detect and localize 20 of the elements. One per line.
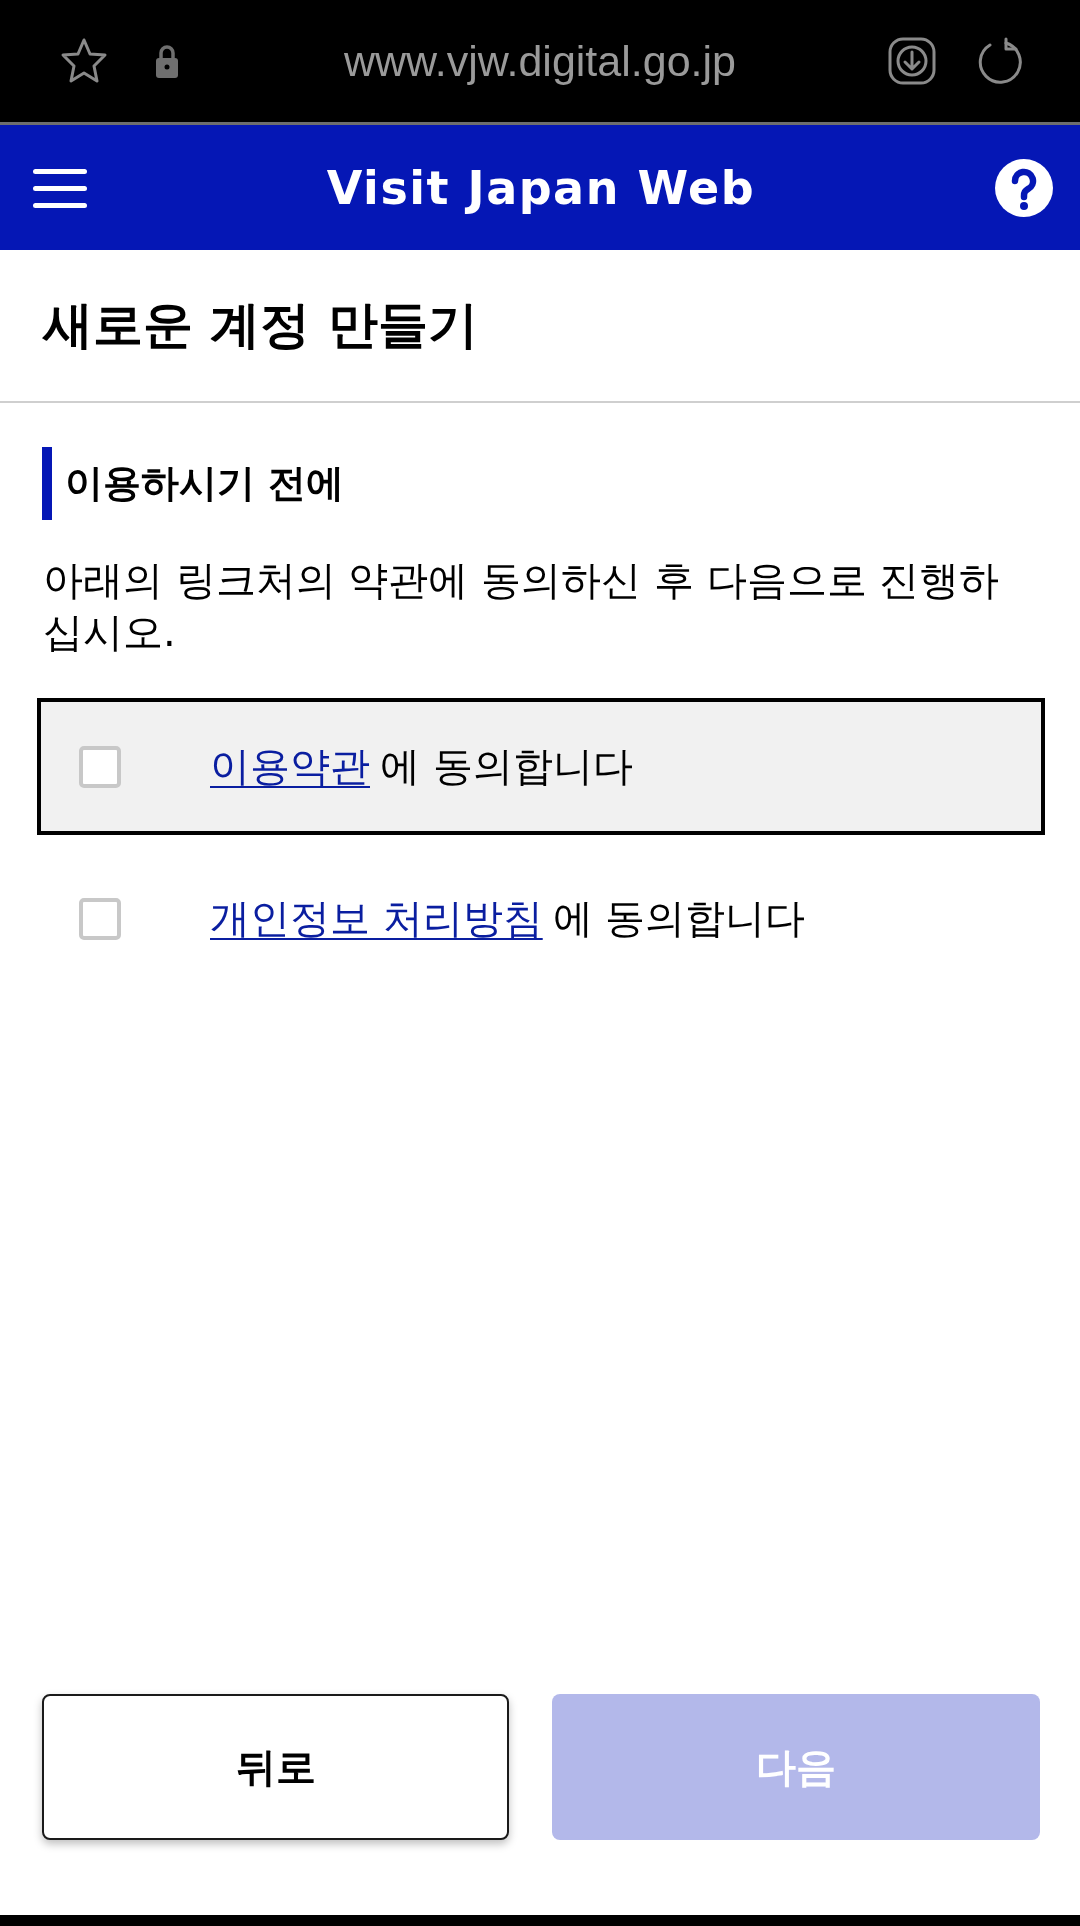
agreement-checkbox[interactable] (79, 745, 121, 788)
star-icon[interactable] (60, 38, 108, 84)
page-title: 새로운 계정 만들기 (43, 295, 478, 356)
agreement-row[interactable]: 이용약관 에 동의합니다 (37, 698, 1045, 835)
menu-icon[interactable] (33, 167, 87, 208)
back-button[interactable]: 뒤로 (42, 1694, 509, 1840)
download-icon[interactable] (888, 37, 936, 85)
url-text[interactable]: www.vjw.digital.go.jp (344, 36, 736, 86)
section-heading: 이용하시기 전에 (65, 460, 345, 507)
help-icon[interactable] (995, 158, 1053, 217)
app-title: Visit Japan Web (326, 160, 756, 215)
policy-link[interactable]: 개인정보 처리방침 (210, 891, 553, 946)
agreement-text: 에 동의합니다 (552, 894, 806, 943)
lock-icon[interactable] (155, 43, 179, 79)
agreement-row[interactable]: 개인정보 처리방침 에 동의합니다 (37, 850, 1045, 987)
instruction-text: 아래의 링크처의 약관에 동의하신 후 다음으로 진행하십시오. (43, 556, 1001, 657)
agreement-text: 에 동의합니다 (380, 742, 633, 791)
agreement-checkbox[interactable] (79, 897, 121, 940)
reload-icon[interactable] (976, 37, 1024, 85)
policy-link[interactable]: 이용약관 (210, 739, 380, 794)
